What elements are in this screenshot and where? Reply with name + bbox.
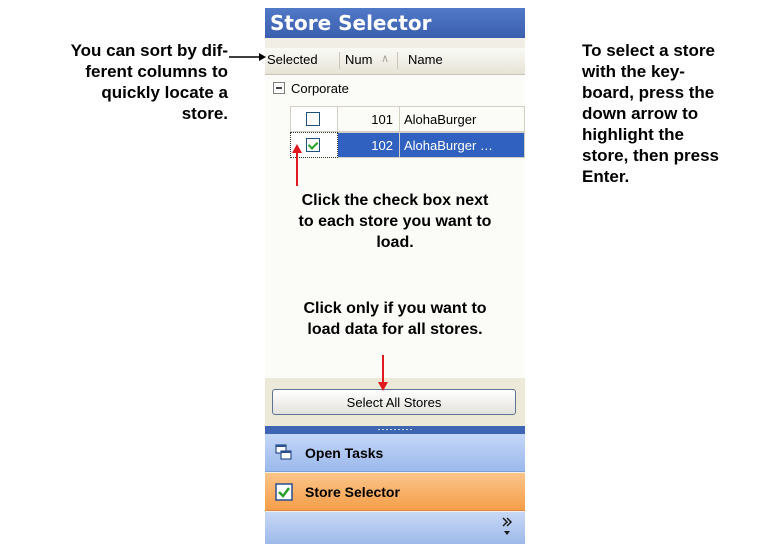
sort-pointer-arrow (229, 53, 266, 61)
chevron-double-down-icon[interactable] (501, 516, 513, 538)
store-check-cell[interactable] (290, 132, 338, 158)
column-header-num[interactable]: Num (345, 52, 372, 67)
store-num: 101 (338, 106, 400, 132)
group-row-corporate[interactable]: Corporate (273, 81, 349, 99)
store-checkbox[interactable] (306, 112, 320, 126)
nav-overflow-bar (265, 512, 525, 544)
pane-splitter[interactable] (265, 426, 525, 434)
button-bar: Select All Stores (265, 378, 525, 426)
store-name: AlohaBurger (400, 106, 525, 132)
nav-open-tasks[interactable]: Open Tasks (265, 434, 525, 472)
nav-store-selector[interactable]: Store Selector (265, 473, 525, 511)
panel-title: Store Selector (265, 8, 525, 38)
store-checkbox-checked[interactable] (306, 138, 320, 152)
keyboard-callout: To select a store with the key- board, p… (582, 41, 719, 186)
select-all-instruction: Click only if you want to load data for … (303, 300, 487, 338)
checkbox-icon (275, 483, 293, 501)
store-row-selected[interactable]: 102 AlohaBurger … (290, 132, 525, 158)
windows-icon (275, 444, 292, 460)
store-selector-panel: Store Selector Selected Num ∧ Name Corpo… (265, 8, 525, 544)
sort-callout: You can sort by dif- ferent columns to q… (70, 41, 228, 123)
store-num: 102 (338, 132, 400, 158)
nav-label: Store Selector (305, 484, 400, 500)
store-check-cell[interactable] (290, 106, 338, 132)
select-all-stores-button[interactable]: Select All Stores (272, 389, 516, 415)
column-header-row: Selected Num ∧ Name (265, 48, 525, 75)
column-header-name[interactable]: Name (408, 52, 443, 67)
column-divider[interactable] (339, 52, 340, 69)
column-header-selected[interactable]: Selected (267, 52, 318, 67)
checkbox-instruction: Click the check box next to each store y… (298, 192, 492, 251)
store-row[interactable]: 101 AlohaBurger (290, 106, 525, 132)
nav-label: Open Tasks (305, 445, 384, 461)
minus-square-icon[interactable] (273, 82, 285, 94)
column-divider[interactable] (397, 52, 398, 69)
group-label: Corporate (291, 81, 349, 96)
sort-ascending-icon: ∧ (381, 53, 390, 65)
store-name: AlohaBurger … (400, 132, 525, 158)
store-list: Corporate 101 AlohaBurger 102 AlohaBurge… (265, 75, 525, 378)
grip-icon (377, 428, 413, 431)
